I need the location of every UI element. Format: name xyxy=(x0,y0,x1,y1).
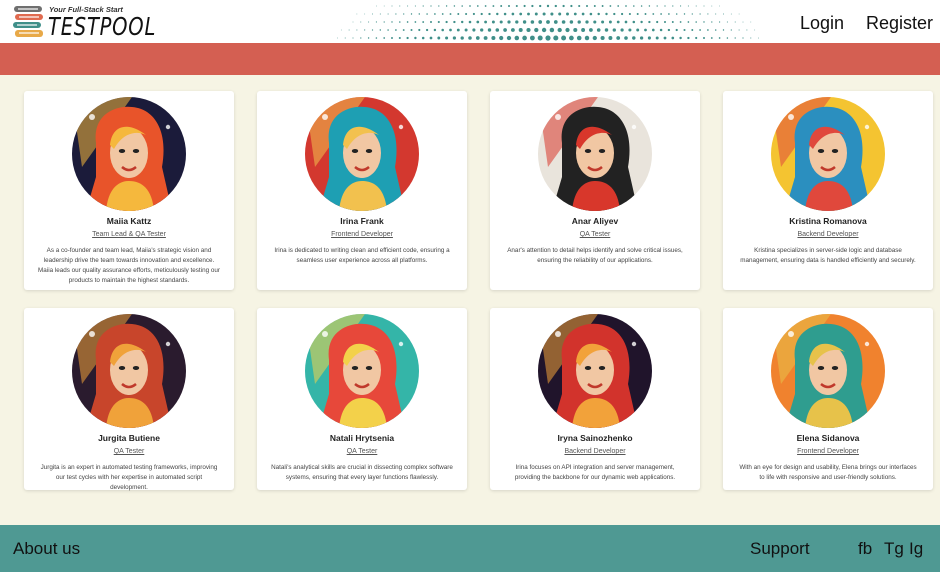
avatar xyxy=(771,97,885,211)
halftone-dots-decoration xyxy=(337,4,760,41)
team-card: Irina Frank Frontend Developer Irina is … xyxy=(257,91,467,290)
avatar xyxy=(72,97,186,211)
member-role-link[interactable]: QA Tester xyxy=(24,448,234,455)
member-name: Iryna Sainozhenko xyxy=(557,433,633,443)
member-role-link[interactable]: Backend Developer xyxy=(490,448,700,455)
team-card: Kristina Romanova Backend Developer Kris… xyxy=(723,91,933,290)
member-name: Kristina Romanova xyxy=(789,216,867,226)
support-link[interactable]: Support xyxy=(750,539,810,559)
avatar xyxy=(538,314,652,428)
portrait-illustration xyxy=(771,314,885,428)
avatar xyxy=(771,314,885,428)
member-name: Anar Aliyev xyxy=(571,216,619,226)
member-description: Irina focuses on API integration and ser… xyxy=(514,464,676,481)
avatar xyxy=(305,97,419,211)
member-description: As a co-founder and team lead, Maiia's s… xyxy=(38,247,220,284)
member-name: Maiia Kattz xyxy=(106,216,152,226)
team-card: Iryna Sainozhenko Backend Developer Irin… xyxy=(490,308,700,490)
portrait-illustration xyxy=(538,97,652,211)
login-link[interactable]: Login xyxy=(800,13,844,34)
avatar xyxy=(538,97,652,211)
team-card: Jurgita Butiene QA Tester Jurgita is an … xyxy=(24,308,234,491)
portrait-illustration xyxy=(305,314,419,428)
member-role-link[interactable]: Team Lead & QA Tester xyxy=(24,231,234,238)
member-description: With an eye for design and usability, El… xyxy=(739,464,917,481)
member-role-link[interactable]: Frontend Developer xyxy=(723,448,933,455)
member-name: Natali Hrytsenia xyxy=(329,433,395,443)
member-description: Kristina specializes in server-side logi… xyxy=(740,247,916,264)
facebook-link[interactable]: fb xyxy=(858,539,872,559)
avatar xyxy=(305,314,419,428)
telegram-link[interactable]: Tg xyxy=(884,539,904,559)
member-name: Elena Sidanova xyxy=(796,433,860,443)
stacked-books-icon xyxy=(13,6,43,37)
member-role-link[interactable]: Backend Developer xyxy=(723,231,933,238)
portrait-illustration xyxy=(72,97,186,211)
member-description: Anar's attention to detail helps identif… xyxy=(507,247,683,264)
member-role-link[interactable]: QA Tester xyxy=(257,448,467,455)
portrait-illustration xyxy=(538,314,652,428)
member-name: Jurgita Butiene xyxy=(98,433,160,443)
member-description: Natali's analytical skills are crucial i… xyxy=(271,464,453,481)
member-role-link[interactable]: QA Tester xyxy=(490,231,700,238)
about-us-link[interactable]: About us xyxy=(13,539,80,559)
site-footer: About us Support fb Tg Ig xyxy=(0,525,940,572)
register-link[interactable]: Register xyxy=(866,13,933,34)
team-card: Maiia Kattz Team Lead & QA Tester As a c… xyxy=(24,91,234,290)
logo-name: TESTPOOL xyxy=(48,12,157,41)
hero-banner xyxy=(0,43,940,75)
avatar xyxy=(72,314,186,428)
member-description: Irina is dedicated to writing clean and … xyxy=(274,247,450,264)
member-role-link[interactable]: Frontend Developer xyxy=(257,231,467,238)
site-logo[interactable]: Your Full-Stack Start TESTPOOL xyxy=(12,4,155,42)
team-card: Natali Hrytsenia QA Tester Natali's anal… xyxy=(257,308,467,490)
portrait-illustration xyxy=(305,97,419,211)
team-card: Elena Sidanova Frontend Developer With a… xyxy=(723,308,933,490)
member-name: Irina Frank xyxy=(340,216,384,226)
portrait-illustration xyxy=(72,314,186,428)
site-header: Your Full-Stack Start TESTPOOL Login Reg… xyxy=(0,0,940,43)
member-description: Jurgita is an expert in automated testin… xyxy=(40,464,218,491)
instagram-link[interactable]: Ig xyxy=(909,539,923,559)
team-card: Anar Aliyev QA Tester Anar's attention t… xyxy=(490,91,700,290)
portrait-illustration xyxy=(771,97,885,211)
